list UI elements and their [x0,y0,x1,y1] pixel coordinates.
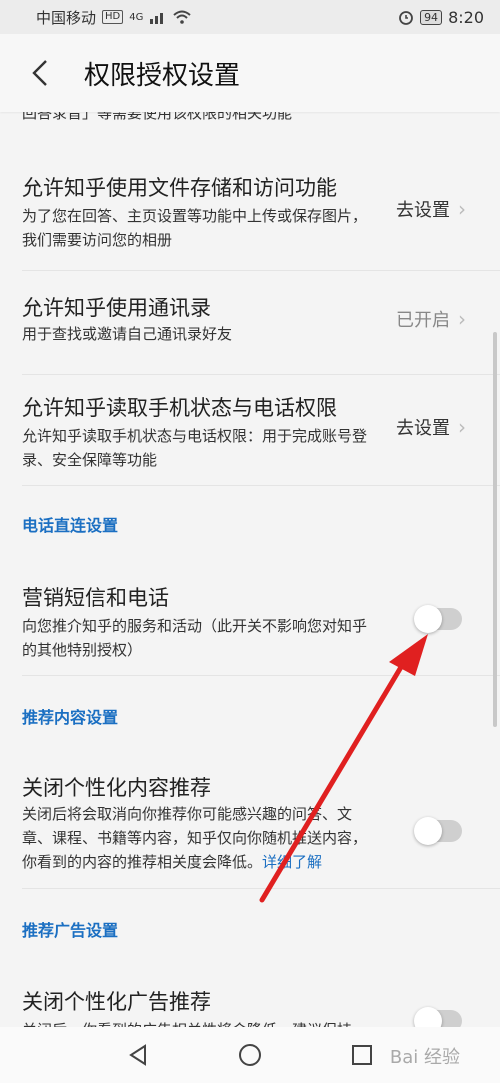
nav-recents-button[interactable] [346,1039,378,1071]
toggle-knob [414,605,442,633]
carrier-label: 中国移动 [36,8,97,27]
nav-home-button[interactable] [234,1039,266,1071]
setting-action[interactable]: 去设置 › [396,414,466,440]
chevron-right-icon: › [458,197,466,221]
setting-storage-permission[interactable]: 允许知乎使用文件存储和访问功能 为了您在回答、主页设置等功能中上传或保存图片，我… [0,162,500,292]
marketing-toggle-switch[interactable] [414,605,462,633]
status-bar: 中国移动 HD 4G 94 8:20 [0,0,500,34]
section-header-recommend: 推荐内容设置 [22,708,119,727]
setting-description: 允许知乎读取手机状态与电话权限：用于完成账号登录、安全保障等功能 [22,427,368,469]
network-label: 4G [129,11,144,23]
toggle-marketing-sms[interactable]: 营销短信和电话 向您推介知乎的服务和活动（此开关不影响您对知乎的其他特别授权） [0,572,500,672]
setting-title: 允许知乎读取手机状态与电话权限 [22,396,337,420]
section-header-phone: 电话直连设置 [22,516,119,535]
setting-title: 关闭个性化广告推荐 [22,990,211,1014]
chevron-right-icon: › [458,415,466,439]
toggle-knob [414,817,442,845]
signal-icon [150,13,164,24]
setting-description: 向您推介知乎的服务和活动（此开关不影响您对知乎的其他特别授权） [22,617,368,659]
action-label: 已开启 [396,310,450,331]
divider [22,270,500,271]
setting-contacts-permission[interactable]: 允许知乎使用通讯录 用于查找或邀请自己通讯录好友 已开启 › [0,280,500,360]
setting-action[interactable]: 去设置 › [396,196,466,222]
page-title: 权限授权设置 [84,60,241,91]
toggle-personalized-content[interactable]: 关闭个性化内容推荐 关闭后将会取消向你推荐你可能感兴趣的问答、文章、课程、书籍等… [0,760,500,890]
divider [22,675,500,676]
action-label: 去设置 [396,418,450,439]
circle-home-icon [239,1044,261,1066]
alarm-icon [399,11,413,25]
nav-back-button[interactable] [122,1039,154,1071]
partial-description: 回答录音」等需要使用该权限的相关功能 [22,112,293,122]
ads-recommend-toggle-switch[interactable] [414,1007,462,1027]
setting-title: 允许知乎使用通讯录 [22,296,211,320]
toggle-personalized-ads[interactable]: 关闭个性化广告推荐 关闭后，你看到的广告相关性将会降低，建议保持 [0,974,500,1027]
action-label: 去设置 [396,200,450,221]
setting-phone-state-permission[interactable]: 允许知乎读取手机状态与电话权限 允许知乎读取手机状态与电话权限：用于完成账号登录… [0,380,500,490]
system-nav-bar: Bai 经验 [0,1027,500,1083]
settings-list[interactable]: 回答录音」等需要使用该权限的相关功能 允许知乎使用文件存储和访问功能 为了您在回… [0,112,500,1027]
chevron-right-icon: › [458,307,466,331]
divider [22,485,500,486]
battery-indicator: 94 [420,9,443,25]
baidu-watermark: Bai 经验 [389,1047,460,1068]
triangle-back-icon [129,1044,146,1066]
divider [22,374,500,375]
section-header-ads: 推荐广告设置 [22,921,119,940]
setting-description: 关闭后，你看到的广告相关性将会降低，建议保持 [22,1018,402,1027]
wifi-icon [173,10,192,24]
setting-title: 允许知乎使用文件存储和访问功能 [22,176,337,200]
toggle-knob [414,1007,442,1027]
setting-description: 关闭后将会取消向你推荐你可能感兴趣的问答、文章、课程、书籍等内容，知乎仅向你随机… [22,802,367,874]
setting-title: 关闭个性化内容推荐 [22,776,211,800]
content-recommend-toggle-switch[interactable] [414,817,462,845]
setting-action[interactable]: 已开启 › [396,306,466,332]
setting-description: 为了您在回答、主页设置等功能中上传或保存图片，我们需要访问您的相册 [22,207,368,249]
divider [22,888,500,889]
scrollbar[interactable] [493,332,497,727]
back-arrow-icon [32,60,47,86]
clock: 8:20 [448,7,484,27]
app-header: 权限授权设置 [0,34,500,112]
hd-badge: HD [102,10,124,24]
back-button[interactable] [22,55,58,91]
setting-description: 用于查找或邀请自己通讯录好友 [22,325,233,343]
square-recents-icon [352,1045,372,1065]
setting-title: 营销短信和电话 [22,586,169,610]
learn-more-link[interactable]: 详细了解 [262,853,322,871]
